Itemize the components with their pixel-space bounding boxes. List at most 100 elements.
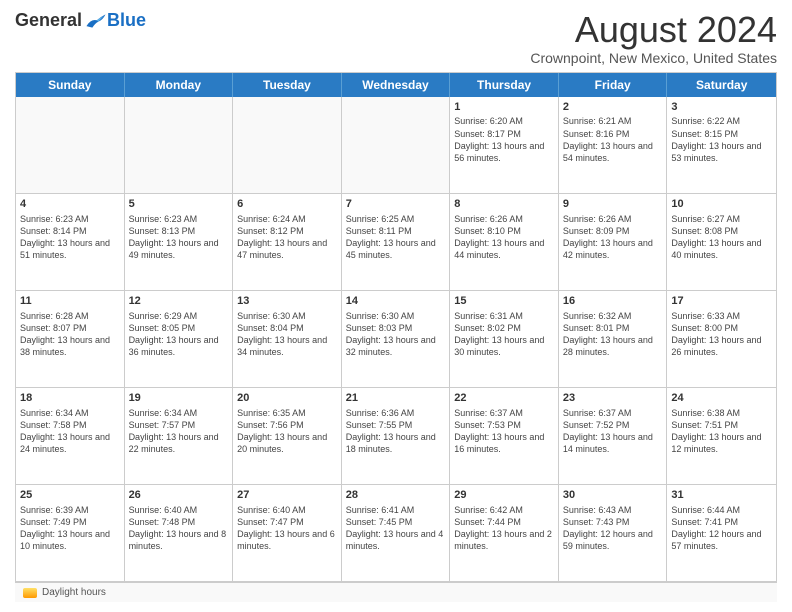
table-row: 13Sunrise: 6:30 AMSunset: 8:04 PMDayligh… [233,291,342,387]
table-row: 21Sunrise: 6:36 AMSunset: 7:55 PMDayligh… [342,388,451,484]
day-info: Sunrise: 6:37 AMSunset: 7:53 PMDaylight:… [454,407,554,456]
day-info: Sunrise: 6:28 AMSunset: 8:07 PMDaylight:… [20,310,120,359]
day-info: Sunrise: 6:44 AMSunset: 7:41 PMDaylight:… [671,504,772,553]
day-number: 2 [563,100,663,115]
table-row: 1Sunrise: 6:20 AMSunset: 8:17 PMDaylight… [450,97,559,193]
cal-row-2: 11Sunrise: 6:28 AMSunset: 8:07 PMDayligh… [16,291,776,388]
day-info: Sunrise: 6:25 AMSunset: 8:11 PMDaylight:… [346,213,446,262]
day-info: Sunrise: 6:27 AMSunset: 8:08 PMDaylight:… [671,213,772,262]
day-info: Sunrise: 6:34 AMSunset: 7:58 PMDaylight:… [20,407,120,456]
table-row: 14Sunrise: 6:30 AMSunset: 8:03 PMDayligh… [342,291,451,387]
header-saturday: Saturday [667,73,776,97]
day-info: Sunrise: 6:40 AMSunset: 7:48 PMDaylight:… [129,504,229,553]
day-info: Sunrise: 6:30 AMSunset: 8:03 PMDaylight:… [346,310,446,359]
day-number: 17 [671,294,772,309]
table-row: 29Sunrise: 6:42 AMSunset: 7:44 PMDayligh… [450,485,559,581]
table-row: 9Sunrise: 6:26 AMSunset: 8:09 PMDaylight… [559,194,668,290]
header-wednesday: Wednesday [342,73,451,97]
table-row: 27Sunrise: 6:40 AMSunset: 7:47 PMDayligh… [233,485,342,581]
day-number: 22 [454,391,554,406]
day-number: 25 [20,488,120,503]
table-row: 7Sunrise: 6:25 AMSunset: 8:11 PMDaylight… [342,194,451,290]
day-info: Sunrise: 6:40 AMSunset: 7:47 PMDaylight:… [237,504,337,553]
day-number: 19 [129,391,229,406]
day-number: 23 [563,391,663,406]
legend-icon [23,588,37,598]
table-row: 6Sunrise: 6:24 AMSunset: 8:12 PMDaylight… [233,194,342,290]
day-number: 29 [454,488,554,503]
day-number: 20 [237,391,337,406]
cal-row-3: 18Sunrise: 6:34 AMSunset: 7:58 PMDayligh… [16,388,776,485]
table-row: 16Sunrise: 6:32 AMSunset: 8:01 PMDayligh… [559,291,668,387]
logo-bird-icon [85,12,107,30]
day-number: 30 [563,488,663,503]
title-section: August 2024 Crownpoint, New Mexico, Unit… [530,10,777,66]
day-number: 13 [237,294,337,309]
day-info: Sunrise: 6:35 AMSunset: 7:56 PMDaylight:… [237,407,337,456]
day-info: Sunrise: 6:41 AMSunset: 7:45 PMDaylight:… [346,504,446,553]
cal-row-1: 4Sunrise: 6:23 AMSunset: 8:14 PMDaylight… [16,194,776,291]
day-number: 15 [454,294,554,309]
cal-row-4: 25Sunrise: 6:39 AMSunset: 7:49 PMDayligh… [16,485,776,581]
table-row [16,97,125,193]
day-number: 26 [129,488,229,503]
table-row: 20Sunrise: 6:35 AMSunset: 7:56 PMDayligh… [233,388,342,484]
calendar-body: 1Sunrise: 6:20 AMSunset: 8:17 PMDaylight… [16,97,776,581]
day-info: Sunrise: 6:26 AMSunset: 8:10 PMDaylight:… [454,213,554,262]
header-friday: Friday [559,73,668,97]
day-info: Sunrise: 6:42 AMSunset: 7:44 PMDaylight:… [454,504,554,553]
day-number: 9 [563,197,663,212]
day-info: Sunrise: 6:30 AMSunset: 8:04 PMDaylight:… [237,310,337,359]
table-row: 24Sunrise: 6:38 AMSunset: 7:51 PMDayligh… [667,388,776,484]
day-number: 3 [671,100,772,115]
subtitle: Crownpoint, New Mexico, United States [530,50,777,66]
logo-blue: Blue [107,10,146,31]
table-row: 17Sunrise: 6:33 AMSunset: 8:00 PMDayligh… [667,291,776,387]
cal-row-0: 1Sunrise: 6:20 AMSunset: 8:17 PMDaylight… [16,97,776,194]
day-info: Sunrise: 6:43 AMSunset: 7:43 PMDaylight:… [563,504,663,553]
calendar-header: Sunday Monday Tuesday Wednesday Thursday… [16,73,776,97]
header: General Blue August 2024 Crownpoint, New… [15,10,777,66]
day-info: Sunrise: 6:23 AMSunset: 8:13 PMDaylight:… [129,213,229,262]
day-number: 6 [237,197,337,212]
table-row: 26Sunrise: 6:40 AMSunset: 7:48 PMDayligh… [125,485,234,581]
main-title: August 2024 [530,10,777,50]
day-number: 18 [20,391,120,406]
day-info: Sunrise: 6:38 AMSunset: 7:51 PMDaylight:… [671,407,772,456]
table-row: 18Sunrise: 6:34 AMSunset: 7:58 PMDayligh… [16,388,125,484]
day-number: 1 [454,100,554,115]
day-number: 14 [346,294,446,309]
day-info: Sunrise: 6:23 AMSunset: 8:14 PMDaylight:… [20,213,120,262]
day-info: Sunrise: 6:24 AMSunset: 8:12 PMDaylight:… [237,213,337,262]
table-row: 3Sunrise: 6:22 AMSunset: 8:15 PMDaylight… [667,97,776,193]
day-number: 24 [671,391,772,406]
table-row [233,97,342,193]
day-number: 10 [671,197,772,212]
table-row: 28Sunrise: 6:41 AMSunset: 7:45 PMDayligh… [342,485,451,581]
day-number: 21 [346,391,446,406]
day-info: Sunrise: 6:34 AMSunset: 7:57 PMDaylight:… [129,407,229,456]
legend-label: Daylight hours [42,587,106,598]
table-row: 22Sunrise: 6:37 AMSunset: 7:53 PMDayligh… [450,388,559,484]
table-row [125,97,234,193]
day-info: Sunrise: 6:29 AMSunset: 8:05 PMDaylight:… [129,310,229,359]
table-row: 15Sunrise: 6:31 AMSunset: 8:02 PMDayligh… [450,291,559,387]
table-row: 5Sunrise: 6:23 AMSunset: 8:13 PMDaylight… [125,194,234,290]
header-monday: Monday [125,73,234,97]
table-row: 2Sunrise: 6:21 AMSunset: 8:16 PMDaylight… [559,97,668,193]
table-row: 12Sunrise: 6:29 AMSunset: 8:05 PMDayligh… [125,291,234,387]
logo-general: General [15,10,82,31]
header-thursday: Thursday [450,73,559,97]
day-number: 4 [20,197,120,212]
logo: General Blue [15,10,146,31]
day-info: Sunrise: 6:31 AMSunset: 8:02 PMDaylight:… [454,310,554,359]
table-row: 31Sunrise: 6:44 AMSunset: 7:41 PMDayligh… [667,485,776,581]
day-number: 31 [671,488,772,503]
day-info: Sunrise: 6:20 AMSunset: 8:17 PMDaylight:… [454,115,554,164]
legend: Daylight hours [15,582,777,602]
logo-text: General Blue [15,10,146,31]
header-sunday: Sunday [16,73,125,97]
table-row: 19Sunrise: 6:34 AMSunset: 7:57 PMDayligh… [125,388,234,484]
day-number: 11 [20,294,120,309]
day-info: Sunrise: 6:21 AMSunset: 8:16 PMDaylight:… [563,115,663,164]
